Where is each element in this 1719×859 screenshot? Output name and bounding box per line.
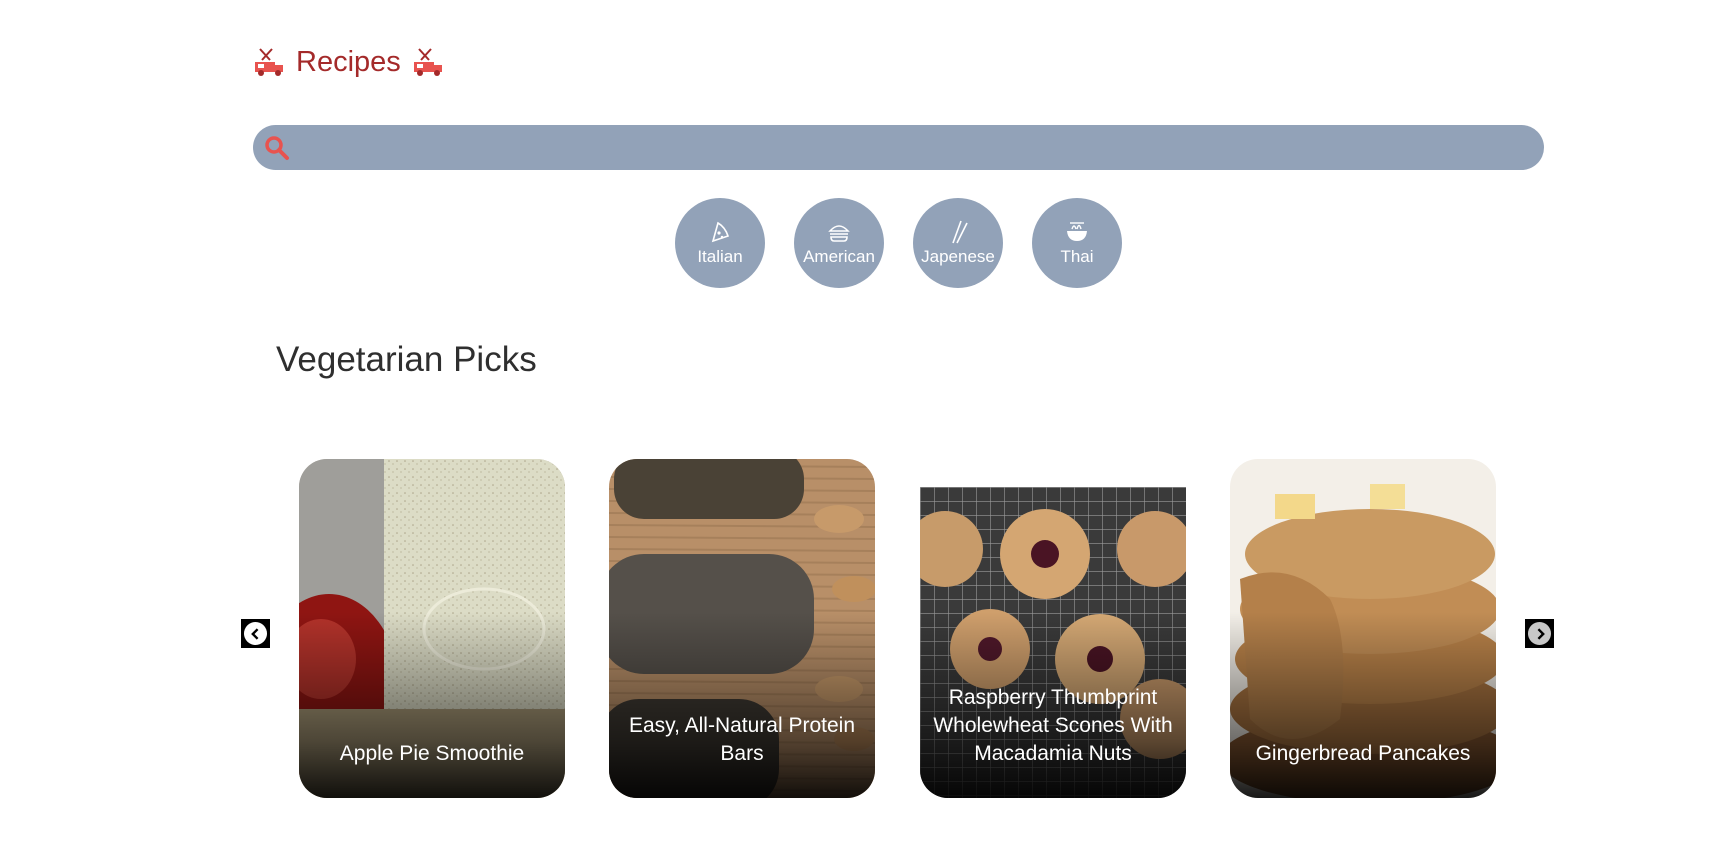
site-title: Recipes (296, 45, 401, 78)
search-bar (253, 125, 1544, 172)
pizza-icon (711, 221, 730, 243)
chevron-right-icon (1528, 622, 1551, 645)
recipe-card[interactable]: Raspberry Thumbprint Wholewheat Scones W… (920, 459, 1186, 798)
noodle-bowl-icon (1067, 222, 1087, 241)
recipe-title: Apple Pie Smoothie (339, 742, 525, 765)
food-truck-icon (413, 48, 442, 76)
recipe-card[interactable]: Easy, All-Natural Protein Bars (609, 459, 875, 798)
cuisine-thai-button[interactable]: Thai (1032, 198, 1122, 288)
cuisine-label: American (803, 247, 875, 266)
cuisine-label: Italian (697, 247, 743, 266)
cuisine-label: Japenese (921, 247, 995, 266)
cuisine-american-button[interactable]: American (794, 198, 884, 288)
recipe-card[interactable]: Gingerbread Pancakes (1230, 459, 1496, 798)
recipe-title: Easy, All-Natural Protein Bars (628, 714, 856, 765)
recipe-card[interactable]: Apple Pie Smoothie (299, 459, 565, 798)
burger-icon (828, 225, 850, 242)
recipe-title: Raspberry Thumbprint Wholewheat Scones W… (933, 686, 1173, 765)
chevron-left-icon (244, 622, 267, 645)
cuisine-list: Italian American Japenese Thai (675, 198, 1122, 288)
card-shade (299, 611, 565, 798)
recipe-title: Gingerbread Pancakes (1255, 742, 1471, 765)
card-shade (609, 611, 875, 798)
carousel-prev-button[interactable] (241, 619, 270, 648)
search-icon (265, 136, 289, 160)
cuisine-italian-button[interactable]: Italian (675, 198, 765, 288)
cuisine-label: Thai (1060, 247, 1094, 266)
food-truck-icon (255, 48, 283, 76)
chopsticks-icon (952, 220, 968, 244)
search-input[interactable] (303, 125, 1527, 172)
card-shade (1230, 611, 1496, 798)
site-logo[interactable]: Recipes (252, 40, 445, 84)
section-title: Vegetarian Picks (276, 340, 537, 379)
cuisine-japanese-button[interactable]: Japenese (913, 198, 1003, 288)
carousel-next-button[interactable] (1525, 619, 1554, 648)
